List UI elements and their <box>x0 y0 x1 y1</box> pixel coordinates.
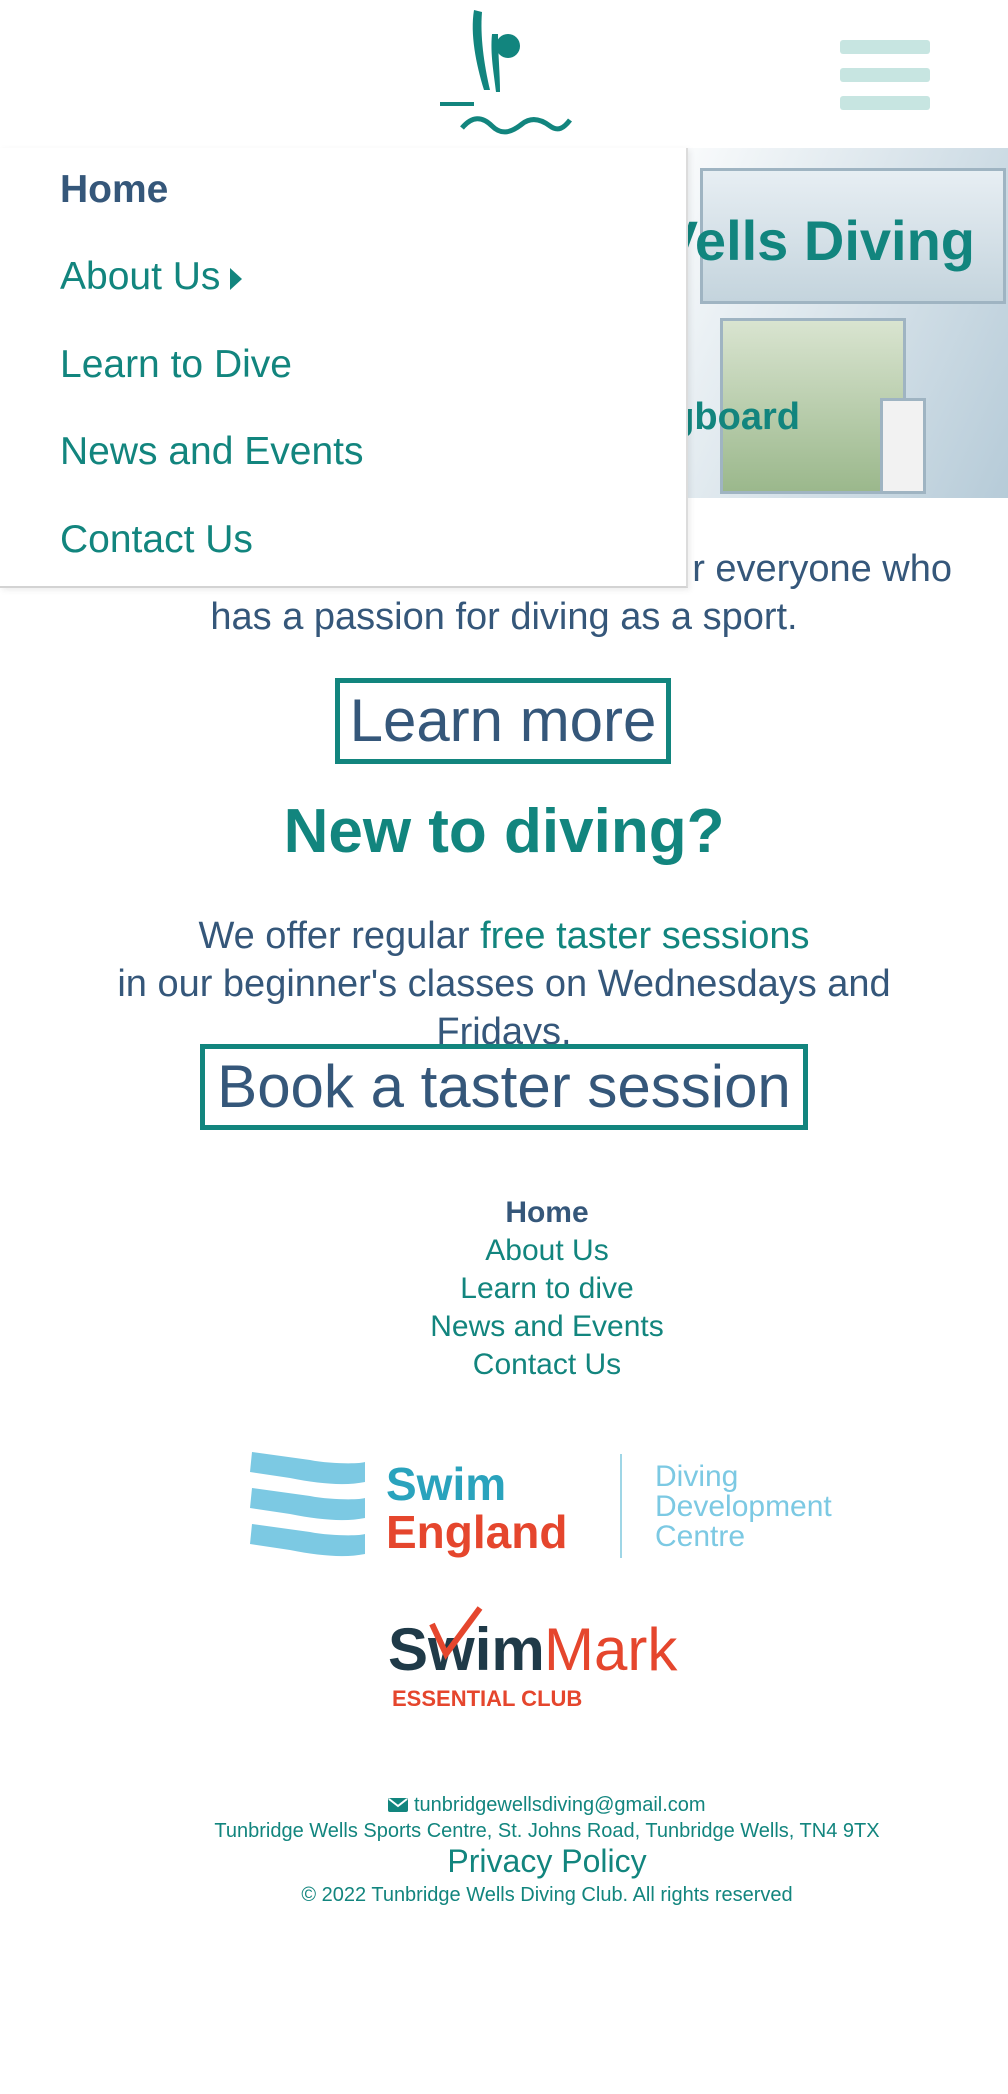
taster-sessions-link[interactable]: free taster sessions <box>480 915 809 957</box>
ddc-text-1: Diving <box>655 1460 738 1493</box>
learn-more-button[interactable]: Learn more <box>335 678 671 764</box>
email-link[interactable]: tunbridgewellsdiving@gmail.com <box>414 1794 706 1816</box>
caret-right-icon[interactable] <box>230 267 243 290</box>
new-to-diving-heading: New to diving? <box>283 797 725 866</box>
offer-text-after: in our beginner's classes on Wednesdays … <box>117 963 891 1053</box>
swim-england-wave-icon <box>250 1452 365 1557</box>
menu-item-label: News and Events <box>60 430 364 473</box>
menu-item-label: Learn to Dive <box>60 343 292 386</box>
swim-england-text-1: Swim <box>386 1458 506 1510</box>
menu-item-label: Home <box>60 168 169 211</box>
swimmark-text-2: Mark <box>544 1616 678 1683</box>
book-taster-session-button[interactable]: Book a taster session <box>200 1044 808 1130</box>
swim-england-logo: Swim England Diving Development Centre <box>250 1452 832 1558</box>
menu-item-home[interactable]: Home <box>60 168 168 212</box>
address-text: Tunbridge Wells Sports Centre, St. Johns… <box>214 1820 880 1842</box>
menu-item-label: Contact Us <box>60 518 253 561</box>
dropdown-menu: Home About Us Learn to Dive News and Eve… <box>0 148 688 588</box>
ddc-text-2: Development <box>655 1490 832 1523</box>
menu-item-label: About Us <box>60 255 221 298</box>
footer-link-home[interactable]: Home <box>43 1194 1008 1232</box>
swim-england-text-2: England <box>386 1506 567 1558</box>
envelope-icon <box>388 1798 409 1812</box>
contact-block: tunbridgewellsdiving@gmail.com Tunbridge… <box>43 1792 1008 1844</box>
footer-nav: Home About Us Learn to dive News and Eve… <box>43 1194 1008 1384</box>
copyright-text: © 2022 Tunbridge Wells Diving Club. All … <box>301 1884 793 1906</box>
menu-item-news-and-events[interactable]: News and Events <box>60 430 364 474</box>
footer-link-news-and-events[interactable]: News and Events <box>43 1308 1008 1346</box>
diver-logo-icon[interactable] <box>432 4 572 136</box>
hamburger-menu-icon[interactable] <box>840 40 930 120</box>
menu-item-learn-to-dive[interactable]: Learn to Dive <box>60 343 292 387</box>
privacy-policy-link[interactable]: Privacy Policy <box>43 1843 1008 1880</box>
menu-item-contact-us[interactable]: Contact Us <box>60 518 253 562</box>
intro-line-2: has a passion for diving as a sport. <box>210 596 798 638</box>
footer-link-contact-us[interactable]: Contact Us <box>43 1346 1008 1384</box>
email-row[interactable]: tunbridgewellsdiving@gmail.com <box>43 1792 1008 1818</box>
swimmark-logo: Swim Mark ESSENTIAL CLUB <box>388 1606 678 1711</box>
footer-link-learn-to-dive[interactable]: Learn to dive <box>43 1270 1008 1308</box>
footer-link-about-us[interactable]: About Us <box>43 1232 1008 1270</box>
offer-text-before: We offer regular <box>198 915 481 957</box>
menu-item-about-us[interactable]: About Us <box>60 255 243 299</box>
ddc-text-3: Centre <box>655 1520 745 1553</box>
offer-text: We offer regular free taster sessions in… <box>0 912 1008 1056</box>
swimmark-text-3: ESSENTIAL CLUB <box>392 1686 582 1711</box>
